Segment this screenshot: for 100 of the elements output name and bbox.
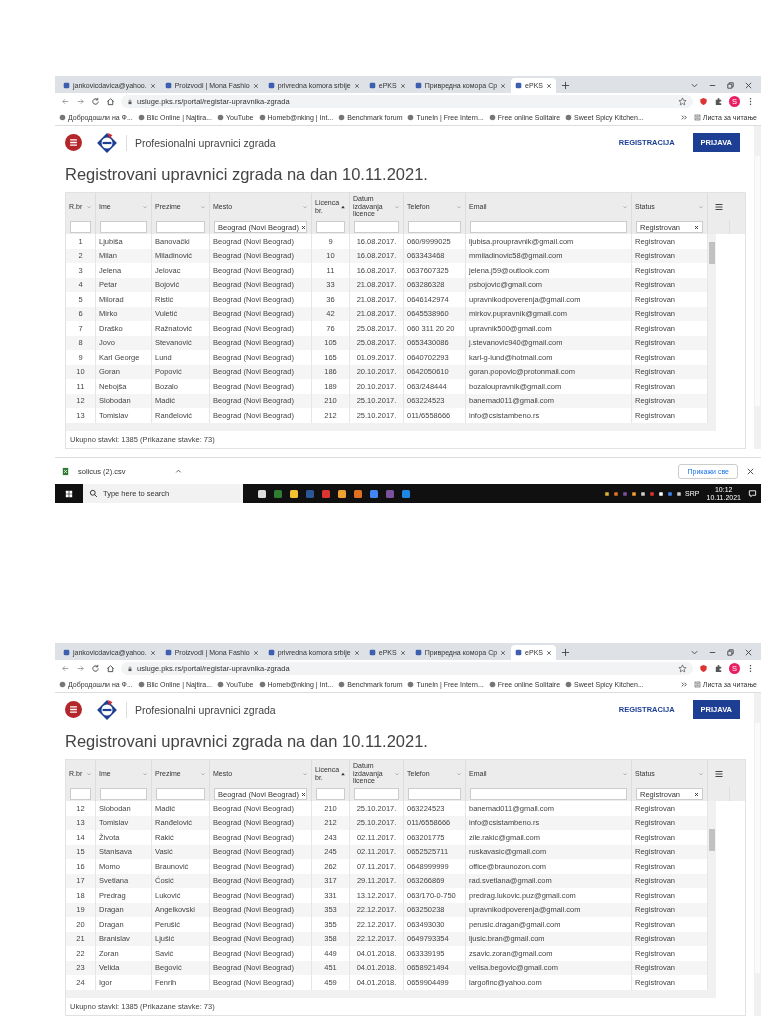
chevron-down-icon[interactable] [690,81,699,90]
back-icon[interactable] [61,97,70,106]
bookmark-icon [59,681,66,688]
app-icon[interactable] [337,488,347,499]
filter-field[interactable] [70,221,91,233]
filter-field[interactable] [470,788,627,800]
file-icon [61,466,70,476]
bookmark-icon [565,681,573,688]
windows-icon[interactable] [65,489,73,498]
scrollbar[interactable] [708,801,716,990]
reload-icon[interactable] [91,97,100,106]
filter-field[interactable] [354,788,399,800]
close-icon[interactable] [746,466,755,476]
scrollbar[interactable] [66,990,716,998]
filter-field[interactable] [70,788,91,800]
logo-icon [96,131,118,154]
forward-icon[interactable] [76,97,85,106]
shield-icon[interactable] [699,664,708,673]
close-icon[interactable] [500,82,507,89]
favicon-icon [515,82,523,89]
bookmark-icon [338,114,346,121]
clear-icon[interactable] [300,791,306,797]
back-icon[interactable] [61,664,70,673]
home-icon[interactable] [106,97,115,106]
menu-button[interactable] [65,134,82,151]
scrollbar[interactable] [754,126,761,449]
filter-field[interactable] [316,221,345,233]
bookmark-icon [407,114,415,121]
close-icon[interactable] [546,649,552,656]
app-icon[interactable] [289,488,299,499]
favicon-icon [267,82,275,89]
bookmark-icon [488,114,496,121]
bookmark-icon [565,114,573,121]
new-tab-icon[interactable] [561,648,570,657]
filter-field[interactable] [100,788,147,800]
logo-icon [96,698,118,721]
bookmark-icon [137,114,145,121]
menu-icon[interactable] [714,201,724,212]
filter-field[interactable] [100,221,147,233]
filter-field[interactable] [354,221,399,233]
favicon-icon [414,649,422,656]
filter-field[interactable] [316,788,345,800]
close-icon[interactable] [399,82,406,89]
star-icon[interactable] [678,97,687,106]
chevrons-icon[interactable] [679,680,689,689]
filter-field[interactable] [408,788,461,800]
restore-icon[interactable] [726,648,735,657]
close-icon[interactable] [353,649,360,656]
restore-icon[interactable] [726,81,735,90]
close-icon[interactable] [399,649,406,656]
close-icon[interactable] [149,649,156,656]
new-tab-icon[interactable] [561,81,570,90]
close-icon[interactable] [149,82,156,89]
close-icon[interactable] [500,649,507,656]
favicon-icon [63,649,70,656]
chevrons-icon[interactable] [679,113,689,122]
home-icon[interactable] [106,664,115,673]
lock-icon [127,665,133,672]
puzzle-icon[interactable] [714,664,723,673]
bookmark-icon [217,114,224,121]
filter-field[interactable] [408,221,461,233]
close-icon[interactable] [353,82,360,89]
notification-icon[interactable] [748,489,757,498]
favicon-icon [63,82,70,89]
chevron-down-icon[interactable] [690,648,699,657]
favicon-icon [368,82,376,89]
scrollbar[interactable] [708,234,716,423]
app-icon[interactable] [353,488,363,499]
star-icon[interactable] [678,664,687,673]
close-icon[interactable] [744,81,753,90]
bookmark-icon [258,681,266,688]
list-icon [693,114,701,121]
menu-button[interactable] [65,701,82,718]
shield-icon[interactable] [699,97,708,106]
bookmark-icon [488,681,496,688]
filter-field[interactable] [470,221,627,233]
close-icon[interactable] [744,648,753,657]
reload-icon[interactable] [91,664,100,673]
clear-icon[interactable] [694,224,699,230]
menu-icon[interactable] [714,768,724,779]
filter-field[interactable] [156,221,205,233]
scrollbar[interactable] [66,423,716,431]
close-icon[interactable] [252,649,259,656]
favicon-icon [414,82,422,89]
clear-icon[interactable] [300,224,306,230]
close-icon[interactable] [252,82,259,89]
app-icon[interactable] [257,488,267,499]
close-icon[interactable] [546,82,552,89]
filter-field[interactable] [156,788,205,800]
puzzle-icon[interactable] [714,97,723,106]
page-heading: Registrovani upravnici zgrada na dan 10.11.2021. [65,165,429,184]
clear-icon[interactable] [694,791,699,797]
bookmark-icon [407,681,415,688]
page-heading: Registrovani upravnici zgrada na dan 10.11.2021. [65,732,429,751]
scrollbar[interactable] [754,693,761,1016]
favicon-icon [267,649,275,656]
favicon-icon [515,649,523,656]
favicon-icon [164,649,172,656]
forward-icon[interactable] [76,664,85,673]
site-title: Profesionalni upravnici zgrada [135,703,276,716]
